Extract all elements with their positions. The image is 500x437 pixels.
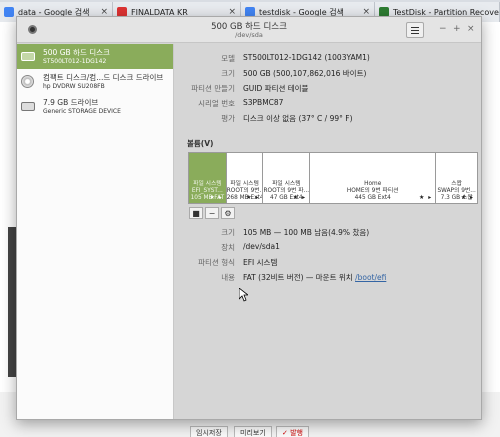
disk-details: 모델 ST500LT012-1DG142 (1003YAM1) 크기 500 G… [175, 44, 481, 419]
partition-status-icons: ★ ▸ [418, 194, 433, 201]
volume-map: 파일 시스템 EFI_SYST... 105 MB FAT ★ ▸ 파일 시스템 RO… [188, 152, 478, 204]
partition-efi[interactable]: 파일 시스템 EFI_SYST... 105 MB FAT ★ ▸ [189, 153, 227, 203]
partition-status-icons: ★ ▸ [460, 194, 474, 201]
optical-drive-icon [21, 75, 35, 88]
device-item-harddisk[interactable]: 500 GB 하드 디스크 ST500LT012-1DG142 [17, 44, 173, 69]
background-page-right [480, 22, 500, 437]
partition-settings-button[interactable]: ⚙ [221, 207, 235, 219]
device-name: 500 GB 하드 디스크 [43, 48, 110, 57]
device-item-usb[interactable]: 7.9 GB 드라이브 Generic STORAGE DEVICE [17, 94, 173, 119]
minimize-icon[interactable]: − [439, 24, 447, 34]
partition-home[interactable]: Home HOME의 9번 파티션 445 GB Ext4 ★ ▸ [310, 153, 437, 203]
partition-root-1[interactable]: 파일 시스템 ROOT의 9번... 268 MB Ext4 ★ ▸ [227, 153, 264, 203]
delete-partition-button[interactable]: − [205, 207, 219, 219]
preview-button[interactable]: 미리보기 [234, 426, 272, 437]
device-detail: ST500LT012-1DG142 [43, 58, 107, 65]
volume-toolbar: ■ − ⚙ [189, 207, 235, 219]
partition-status-icons: ★ ▸ [292, 194, 307, 201]
device-detail: Generic STORAGE DEVICE [43, 108, 121, 115]
disks-window: 500 GB 하드 디스크 /dev/sda − + × 500 GB 하드 디… [16, 16, 482, 420]
device-name: 7.9 GB 드라이브 [43, 98, 99, 107]
partition-status-icons: ★ ▸ [246, 194, 260, 201]
google-icon [4, 7, 14, 17]
harddisk-icon [21, 50, 35, 63]
device-detail: hp DVDRW SU208FB [43, 83, 105, 90]
temp-save-button[interactable]: 임시저장 [190, 426, 228, 437]
device-item-optical[interactable]: 컴팩트 디스크/컴...드 디스크 드라이브 hp DVDRW SU208FB [17, 69, 173, 94]
publish-button[interactable]: ✓ 발행 [276, 426, 309, 437]
maximize-icon[interactable]: + [453, 24, 461, 34]
title-bar: 500 GB 하드 디스크 /dev/sda − + × [17, 17, 481, 43]
partition-root-2[interactable]: 파일 시스템 ROOT의 9번 파... 47 GB Ext4 ★ ▸ [263, 153, 311, 203]
device-list: 500 GB 하드 디스크 ST500LT012-1DG142 컴팩트 디스크/… [17, 44, 174, 419]
hamburger-icon [411, 26, 419, 28]
mouse-cursor-icon [239, 288, 248, 302]
unmount-button[interactable]: ■ [189, 207, 203, 219]
partition-swap[interactable]: 스왑 SWAP의 9번... 7.3 GB 스왑 ★ ▸ [436, 153, 477, 203]
partition-status-icons: ★ ▸ [209, 194, 223, 201]
mount-point-link[interactable]: /boot/efi [355, 273, 386, 282]
menu-button[interactable] [406, 22, 424, 38]
gear-icon: ⚙ [224, 208, 232, 218]
minus-icon: − [208, 208, 216, 218]
usb-drive-icon [21, 100, 35, 113]
close-icon[interactable]: × [467, 24, 475, 34]
stop-icon: ■ [192, 208, 200, 218]
device-name: 컴팩트 디스크/컴...드 디스크 드라이브 [43, 73, 164, 82]
volumes-heading: 볼륨(V) [187, 139, 214, 148]
